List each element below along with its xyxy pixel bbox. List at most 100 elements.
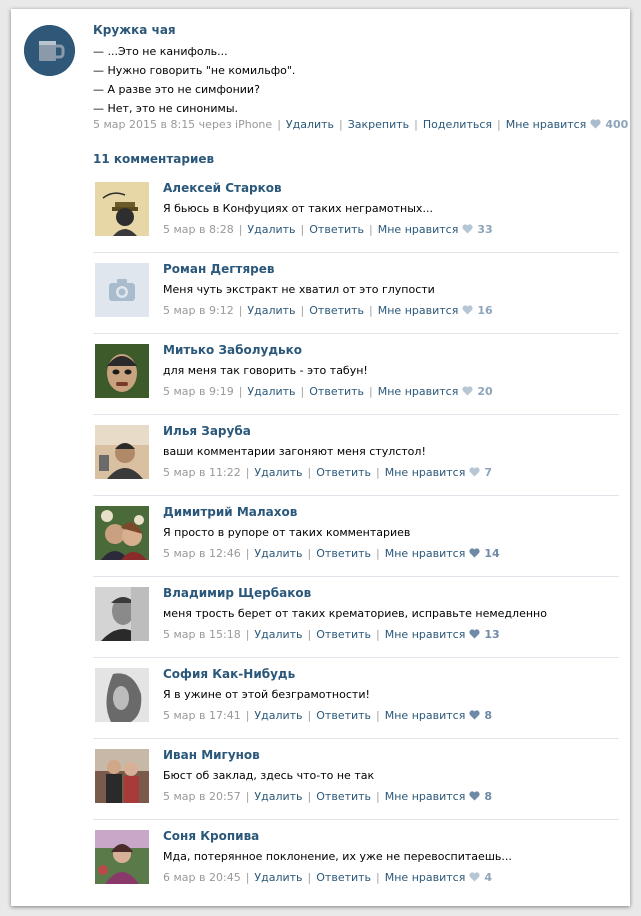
heart-icon[interactable] bbox=[469, 790, 480, 801]
comment-date[interactable]: 5 мар в 8:28 bbox=[163, 223, 234, 236]
comment-author[interactable]: София Как-Нибудь bbox=[163, 667, 295, 681]
like-comment-button[interactable]: Мне нравится bbox=[385, 547, 466, 560]
comment-meta: 5 мар в 11:22 | Удалить | Ответить | Мне нрави… bbox=[163, 465, 492, 480]
heart-icon[interactable] bbox=[590, 118, 601, 129]
comment-avatar[interactable] bbox=[95, 425, 149, 479]
comment-date[interactable]: 5 мар в 20:57 bbox=[163, 790, 241, 803]
comment-author[interactable]: Роман Дегтярев bbox=[163, 262, 275, 276]
delete-post-button[interactable]: Удалить bbox=[286, 118, 334, 131]
heart-icon[interactable] bbox=[462, 385, 473, 396]
wall-post: Кружка чая — ...Это не канифоль... — Нуж… bbox=[11, 9, 630, 149]
heart-icon[interactable] bbox=[462, 304, 473, 315]
delete-comment-button[interactable]: Удалить bbox=[254, 547, 302, 560]
heart-icon[interactable] bbox=[469, 466, 480, 477]
comment-author[interactable]: Соня Кропива bbox=[163, 829, 259, 843]
comment-date[interactable]: 5 мар в 9:12 bbox=[163, 304, 234, 317]
pin-post-button[interactable]: Закрепить bbox=[348, 118, 409, 131]
like-comment-button[interactable]: Мне нравится bbox=[385, 628, 466, 641]
delete-comment-button[interactable]: Удалить bbox=[254, 628, 302, 641]
like-comment-button[interactable]: Мне нравится bbox=[378, 304, 459, 317]
separator: | bbox=[238, 223, 243, 236]
comment-author[interactable]: Владимир Щербаков bbox=[163, 586, 311, 600]
separator: | bbox=[376, 466, 380, 479]
comment-date[interactable]: 6 мар в 20:45 bbox=[163, 871, 241, 884]
like-comment-button[interactable]: Мне нравится bbox=[385, 466, 466, 479]
comment-avatar[interactable] bbox=[95, 749, 149, 803]
comments-count-header[interactable]: 11 комментариев bbox=[93, 152, 214, 166]
separator: | bbox=[307, 628, 312, 641]
delete-comment-button[interactable]: Удалить bbox=[247, 304, 295, 317]
delete-comment-button[interactable]: Удалить bbox=[247, 385, 295, 398]
separator: | bbox=[376, 628, 380, 641]
comment-text: Я в ужине от этой безграмотности! bbox=[163, 688, 370, 701]
reply-button[interactable]: Ответить bbox=[309, 223, 364, 236]
reply-button[interactable]: Ответить bbox=[309, 304, 364, 317]
comment-like-count: 7 bbox=[484, 466, 492, 479]
delete-comment-button[interactable]: Удалить bbox=[254, 871, 302, 884]
comment-item: Иван Мигунов Бюст об заклад, здесь что-т… bbox=[93, 738, 619, 819]
mug-avatar-icon[interactable] bbox=[24, 25, 75, 76]
reply-button[interactable]: Ответить bbox=[316, 466, 371, 479]
heart-icon[interactable] bbox=[469, 628, 480, 639]
separator: | bbox=[307, 547, 312, 560]
delete-comment-button[interactable]: Удалить bbox=[254, 709, 302, 722]
like-comment-button[interactable]: Мне нравится bbox=[378, 385, 459, 398]
comment-avatar[interactable] bbox=[95, 182, 149, 236]
post-line: — А разве это не симфонии? bbox=[93, 83, 260, 96]
post-author[interactable]: Кружка чая bbox=[93, 23, 176, 37]
separator: | bbox=[369, 223, 373, 236]
reply-button[interactable]: Ответить bbox=[316, 871, 371, 884]
comment-item: Соня Кропива Мда, потерянное поклонение,… bbox=[93, 819, 619, 900]
comment-item: Владимир Щербаков меня трость берет от т… bbox=[93, 576, 619, 657]
separator: | bbox=[369, 304, 373, 317]
like-comment-button[interactable]: Мне нравится bbox=[378, 223, 459, 236]
comment-author[interactable]: Илья Заруба bbox=[163, 424, 251, 438]
reply-button[interactable]: Ответить bbox=[316, 790, 371, 803]
separator: | bbox=[376, 709, 380, 722]
like-comment-button[interactable]: Мне нравится bbox=[385, 709, 466, 722]
comment-text: меня трость берет от таких крематориев, … bbox=[163, 607, 547, 620]
comment-date[interactable]: 5 мар в 15:18 bbox=[163, 628, 241, 641]
comment-date[interactable]: 5 мар в 11:22 bbox=[163, 466, 241, 479]
separator: | bbox=[300, 385, 305, 398]
reply-button[interactable]: Ответить bbox=[316, 547, 371, 560]
comment-text: ваши комментарии загоняют меня стулстол! bbox=[163, 445, 426, 458]
comment-author[interactable]: Димитрий Малахов bbox=[163, 505, 297, 519]
delete-comment-button[interactable]: Удалить bbox=[254, 790, 302, 803]
post-text: — ...Это не канифоль... — Нужно говорить… bbox=[93, 42, 613, 118]
comment-date[interactable]: 5 мар в 12:46 bbox=[163, 547, 241, 560]
comment-date[interactable]: 5 мар в 17:41 bbox=[163, 709, 241, 722]
reply-button[interactable]: Ответить bbox=[309, 385, 364, 398]
reply-button[interactable]: Ответить bbox=[316, 709, 371, 722]
comment-author[interactable]: Иван Мигунов bbox=[163, 748, 260, 762]
heart-icon[interactable] bbox=[469, 547, 480, 558]
comment-avatar[interactable] bbox=[95, 263, 149, 317]
comment-text: Меня чуть экстракт не хватил от это глуп… bbox=[163, 283, 435, 296]
comment-date[interactable]: 5 мар в 9:19 bbox=[163, 385, 234, 398]
delete-comment-button[interactable]: Удалить bbox=[254, 466, 302, 479]
share-post-button[interactable]: Поделиться bbox=[423, 118, 492, 131]
separator: | bbox=[414, 118, 418, 131]
comment-avatar[interactable] bbox=[95, 668, 149, 722]
comment-item: Димитрий Малахов Я просто в рупоре от та… bbox=[93, 495, 619, 576]
like-comment-button[interactable]: Мне нравится bbox=[385, 790, 466, 803]
comment-author[interactable]: Алексей Старков bbox=[163, 181, 282, 195]
comment-avatar[interactable] bbox=[95, 830, 149, 884]
heart-icon[interactable] bbox=[469, 709, 480, 720]
separator: | bbox=[369, 385, 373, 398]
reply-button[interactable]: Ответить bbox=[316, 628, 371, 641]
like-post-button[interactable]: Мне нравится bbox=[506, 118, 587, 131]
comment-like-count: 20 bbox=[477, 385, 493, 398]
comment-avatar[interactable] bbox=[95, 506, 149, 560]
heart-icon[interactable] bbox=[462, 223, 473, 234]
comment-avatar[interactable] bbox=[95, 344, 149, 398]
comment-avatar[interactable] bbox=[95, 587, 149, 641]
post-date[interactable]: 5 мар 2015 в 8:15 через iPhone bbox=[93, 118, 272, 131]
delete-comment-button[interactable]: Удалить bbox=[247, 223, 295, 236]
comment-like-count: 8 bbox=[484, 790, 492, 803]
separator: | bbox=[339, 118, 343, 131]
separator: | bbox=[245, 547, 250, 560]
like-comment-button[interactable]: Мне нравится bbox=[385, 871, 466, 884]
heart-icon[interactable] bbox=[469, 871, 480, 882]
comment-author[interactable]: Митько Заболудько bbox=[163, 343, 302, 357]
